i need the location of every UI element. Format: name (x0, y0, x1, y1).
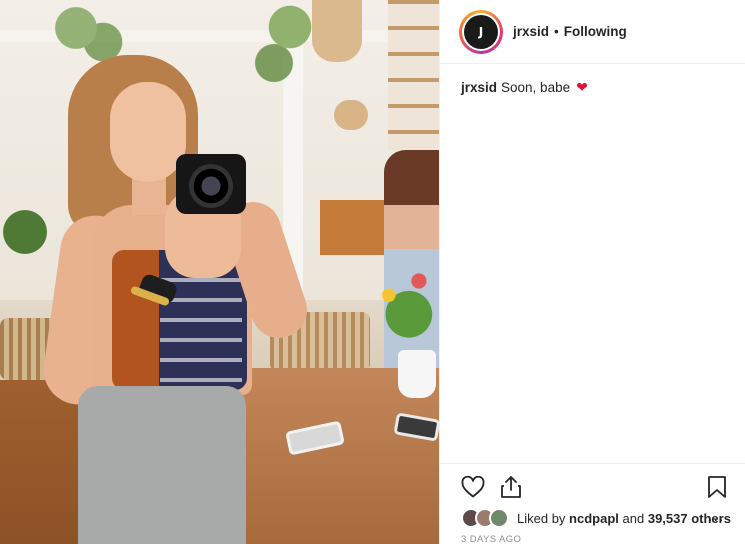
photo-plant-2 (250, 0, 330, 90)
post-photo[interactable] (0, 0, 439, 544)
photo-bench (320, 200, 385, 255)
following-button[interactable]: Following (564, 24, 627, 39)
post-header: J jrxsid • Following (440, 0, 745, 64)
post-actions: Liked by ncdpapl and 39,537 others ... 3… (440, 463, 745, 544)
header-text: jrxsid • Following (513, 24, 627, 39)
caption-username-link[interactable]: jrxsid (461, 80, 497, 95)
separator-dot: • (554, 24, 559, 39)
username-link[interactable]: jrxsid (513, 24, 549, 39)
more-options-icon[interactable]: ... (708, 508, 724, 526)
post-caption: jrxsid Soon, babe ❤ (461, 79, 588, 96)
bookmark-icon (708, 476, 726, 498)
photo-woman-top-pattern (160, 262, 242, 382)
share-icon (501, 476, 521, 498)
photo-woman-pants (78, 386, 246, 544)
photo-woman-face (110, 82, 186, 182)
photo-lamp-small (334, 100, 368, 130)
photo-vase (398, 350, 436, 398)
post-timestamp[interactable]: 3 DAYS AGO (461, 534, 521, 544)
red-heart-emoji: ❤ (576, 79, 588, 95)
liked-by-user-link[interactable]: ncdpapl (569, 511, 619, 526)
liker-avatars[interactable] (461, 508, 513, 528)
liked-by-prefix: Liked by (517, 510, 566, 526)
avatar-initial: J (478, 25, 484, 39)
avatar-story-ring[interactable]: J (459, 10, 503, 54)
share-button[interactable] (498, 474, 524, 500)
caption-text: Soon, babe (501, 80, 571, 95)
liked-by-text: Liked by ncdpapl and 39,537 others (517, 511, 731, 526)
avatar-image[interactable]: J (464, 15, 498, 49)
heart-icon (461, 476, 485, 498)
post-side-panel: J jrxsid • Following jrxsid Soon, babe ❤ (439, 0, 745, 544)
photo-plant-left (0, 200, 50, 280)
avatar[interactable]: J (462, 13, 500, 51)
liker-avatar (489, 508, 509, 528)
liked-by-and: and (622, 510, 645, 526)
save-button[interactable] (704, 474, 730, 500)
photo-shelf (388, 0, 439, 150)
photo-flowers (372, 262, 439, 357)
like-button[interactable] (460, 474, 486, 500)
photo-camera-lens (189, 164, 233, 208)
likes-summary: Liked by ncdpapl and 39,537 others (461, 508, 731, 528)
